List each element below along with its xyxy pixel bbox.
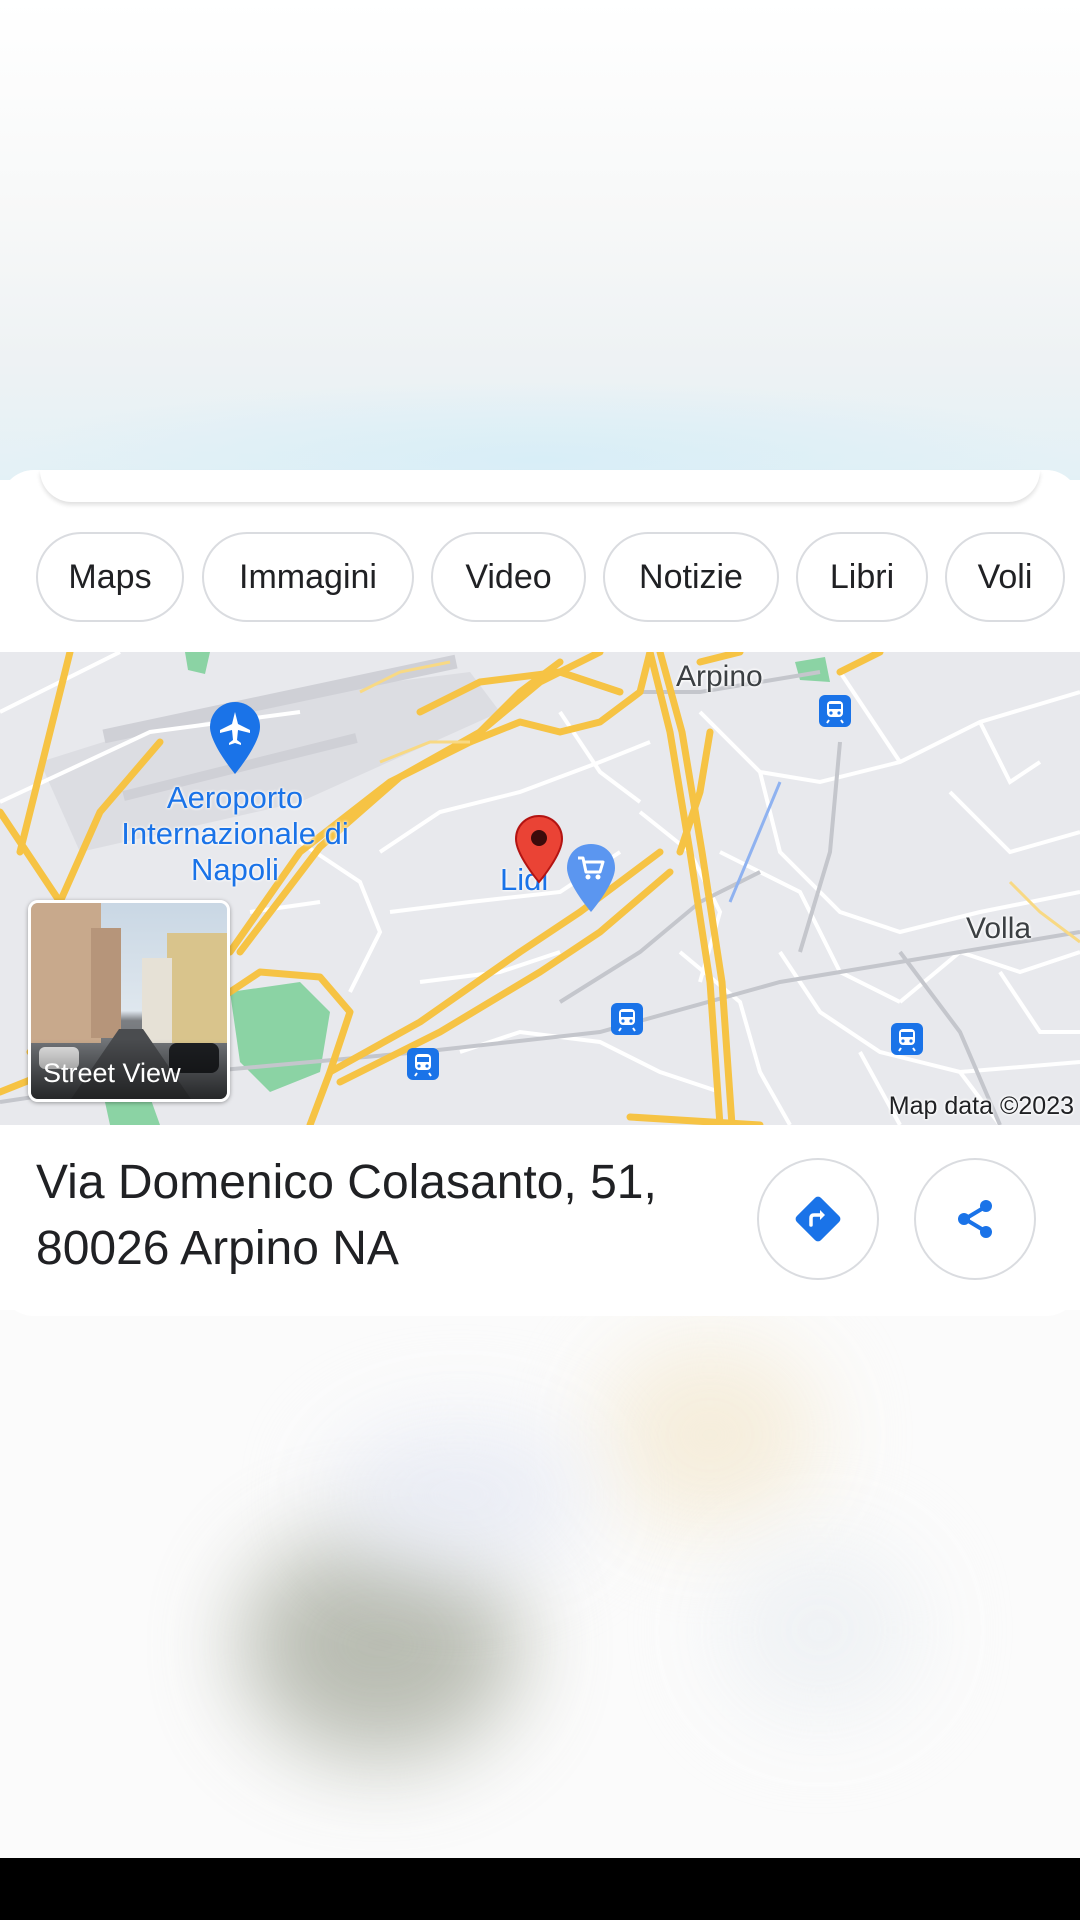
chip-maps[interactable]: Maps (36, 532, 184, 622)
blurred-shape (720, 1540, 920, 1720)
map-attribution: Map data ©2023 (888, 1092, 1074, 1120)
address-line-2: 80026 Arpino NA (36, 1222, 399, 1275)
place-address: Via Domenico Colasanto, 51, 80026 Arpino… (36, 1150, 716, 1282)
directions-button[interactable] (757, 1158, 879, 1280)
train-station-icon[interactable] (890, 1022, 924, 1056)
chip-video[interactable]: Video (431, 532, 586, 622)
chip-images[interactable]: Immagini (202, 532, 414, 622)
volla-label: Volla (966, 912, 1032, 945)
train-station-icon[interactable] (610, 1002, 644, 1036)
search-box-edge (40, 470, 1040, 502)
search-filter-chips: Maps Immagini Video Notizie Libri Voli (0, 532, 1080, 628)
airport-label: Aeroporto Internazionale di Napoli (121, 780, 349, 887)
shopping-cart-pin-icon[interactable] (565, 842, 617, 914)
chip-news[interactable]: Notizie (603, 532, 779, 622)
map-preview[interactable]: Aeroporto Internazionale di Napoli Arpin… (0, 652, 1080, 1125)
blurred-shape (600, 1340, 820, 1530)
blurred-background-top (0, 0, 1080, 480)
train-station-icon[interactable] (818, 694, 852, 728)
blurred-background-bottom (0, 1310, 1080, 1858)
airport-pin-icon[interactable] (208, 700, 262, 776)
train-station-icon[interactable] (406, 1047, 440, 1081)
share-button[interactable] (914, 1158, 1036, 1280)
location-pin-icon[interactable] (514, 814, 564, 884)
chip-books[interactable]: Libri (796, 532, 928, 622)
street-view-label: Street View (43, 1058, 181, 1088)
navigation-bar (0, 1858, 1080, 1920)
directions-icon (795, 1196, 841, 1242)
address-line-1: Via Domenico Colasanto, 51, (36, 1156, 657, 1209)
share-icon (958, 1200, 992, 1238)
arpino-label: Arpino (676, 660, 763, 693)
chip-flights[interactable]: Voli (945, 532, 1065, 622)
street-view-thumbnail[interactable]: Street View (28, 900, 230, 1102)
blurred-shape (330, 1420, 590, 1570)
